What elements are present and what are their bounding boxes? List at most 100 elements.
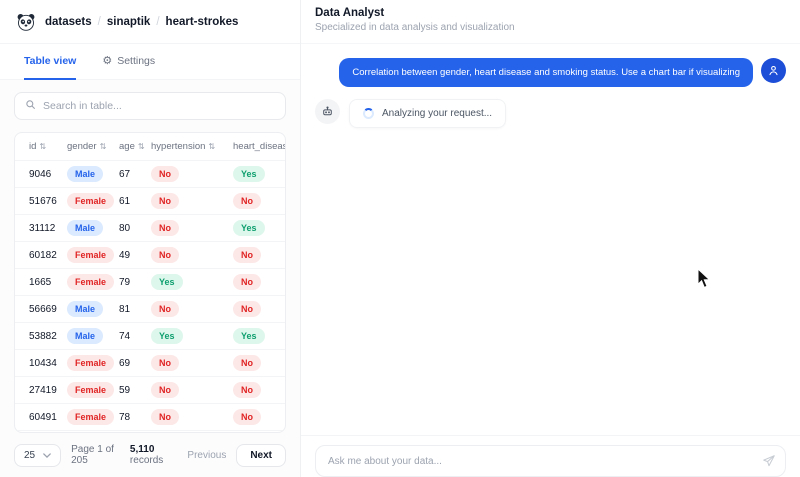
column-header-gender[interactable]: gender ⇅ [67,141,119,152]
cell-id: 51676 [29,195,57,207]
hypertension-badge-cell: No [151,247,233,263]
table-row[interactable]: 60182 Female 49 No No [15,241,285,268]
hypertension-badge-cell: No [151,382,233,398]
column-header-age[interactable]: age ⇅ [119,141,151,152]
heart-disease-badge: No [233,274,261,290]
person-icon [769,65,778,76]
heart-disease-badge: Yes [233,328,265,344]
sort-icon[interactable]: ⇅ [138,142,145,151]
breadcrumb: datasets / sinaptik / heart-strokes [45,16,238,28]
column-header-hypertension[interactable]: hypertension ⇅ [151,141,233,152]
assistant-title: Data Analyst [315,7,385,19]
breadcrumb-separator: / [156,15,160,28]
table-row[interactable]: 10434 Female 69 No No [15,349,285,376]
heart-disease-badge: No [233,247,261,263]
hypertension-badge-cell: No [151,166,233,182]
page-info: Page 1 of 205 [71,444,114,466]
cell-id: 60182 [29,249,57,261]
cell-age: 80 [119,222,131,234]
hypertension-badge: No [151,193,179,209]
table-row[interactable]: 27419 Female 59 No No [15,376,285,403]
heart-disease-badge-cell: Yes [233,166,285,182]
chat-panel: Data Analyst Specialized in data analysi… [301,0,800,477]
chat-composer [315,445,786,477]
hypertension-badge-cell: No [151,355,233,371]
cell-age: 67 [119,168,131,180]
hypertension-badge: No [151,301,179,317]
chat-message-list: Correlation between gender, heart diseas… [301,44,800,435]
breadcrumb-item-datasets[interactable]: datasets [45,16,92,28]
heart-disease-badge: Yes [233,220,265,236]
previous-page-button[interactable]: Previous [187,450,226,461]
column-header-heart-disease[interactable]: heart_disease⇅ [233,141,285,152]
dataset-header: datasets / sinaptik / heart-strokes [0,0,300,44]
table-row[interactable]: 1665 Female 79 Yes No [15,268,285,295]
gender-badge: Female [67,193,115,209]
assistant-subtitle: Specialized in data analysis and visuali… [315,22,515,33]
table-row[interactable]: 60491 Female 78 No No [15,403,285,430]
hypertension-badge: No [151,355,179,371]
gender-badge: Male [67,166,104,182]
search-input[interactable] [43,100,275,112]
column-header-id[interactable]: id ⇅ [29,141,67,152]
data-table-card: id ⇅ gender ⇅ age ⇅ hypertension ⇅ heart_dis… [14,132,286,433]
table-row[interactable]: 51676 Female 61 No No [15,187,285,214]
gender-badge: Female [67,247,115,263]
gender-badge: Female [67,382,115,398]
next-page-button[interactable]: Next [236,443,286,467]
table-row[interactable]: 31112 Male 80 No Yes [15,214,285,241]
breadcrumb-item-sinaptik[interactable]: sinaptik [107,16,150,28]
analyzing-status-card: Analyzing your request... [349,99,507,128]
hypertension-badge: Yes [151,328,183,344]
heart-disease-badge-cell: No [233,355,285,371]
gender-badge-cell: Female [67,382,119,398]
data-table: id ⇅ gender ⇅ age ⇅ hypertension ⇅ heart_dis… [15,133,285,432]
hypertension-badge: Yes [151,274,183,290]
sort-icon[interactable]: ⇅ [208,142,215,151]
cell-id: 60491 [29,411,57,423]
gender-badge: Male [67,328,104,344]
cell-id: 9046 [29,168,52,180]
cell-id: 56669 [29,303,57,315]
heart-disease-badge-cell: No [233,247,285,263]
heart-disease-badge: No [233,193,261,209]
cell-age: 81 [119,303,131,315]
cell-age: 61 [119,195,131,207]
chevron-down-icon [43,452,51,458]
gender-badge-cell: Female [67,274,119,290]
chat-input[interactable] [316,455,785,467]
search-icon [25,97,36,115]
gear-icon: ⚙ [102,54,113,67]
assistant-status-row: Analyzing your request... [315,99,786,128]
tab-table-view[interactable]: Table view [24,44,77,80]
hypertension-badge-cell: No [151,220,233,236]
chat-composer-area [301,435,800,477]
heart-disease-badge-cell: No [233,409,285,425]
heart-disease-badge-cell: Yes [233,328,285,344]
hypertension-badge-cell: Yes [151,328,233,344]
cell-age: 78 [119,411,131,423]
tab-settings-label: Settings [117,55,156,67]
heart-disease-badge: No [233,409,261,425]
assistant-avatar [315,99,340,124]
tab-settings[interactable]: ⚙ Settings [102,44,155,80]
table-row[interactable]: 53882 Male 74 Yes Yes [15,322,285,349]
cell-age: 49 [119,249,131,261]
send-button[interactable] [762,454,776,468]
gender-badge: Female [67,409,115,425]
tab-table-view-label: Table view [24,55,77,67]
page-size-select[interactable]: 25 [14,443,62,467]
table-row[interactable]: 9046 Male 67 No Yes [15,160,285,187]
gender-badge-cell: Male [67,166,119,182]
gender-badge: Female [67,355,115,371]
cell-id: 31112 [29,222,56,234]
table-header-row: id ⇅ gender ⇅ age ⇅ hypertension ⇅ heart_dis… [15,133,285,160]
user-avatar [761,58,786,83]
table-row[interactable]: 56669 Male 81 No No [15,295,285,322]
dataset-panel: datasets / sinaptik / heart-strokes Tabl… [0,0,301,477]
sort-icon[interactable]: ⇅ [39,142,46,151]
sort-icon[interactable]: ⇅ [100,142,107,151]
pagination-bar: 25 Page 1 of 205 5,110 records Previous … [14,433,286,469]
breadcrumb-item-heart-strokes[interactable]: heart-strokes [166,16,239,28]
hypertension-badge-cell: No [151,409,233,425]
